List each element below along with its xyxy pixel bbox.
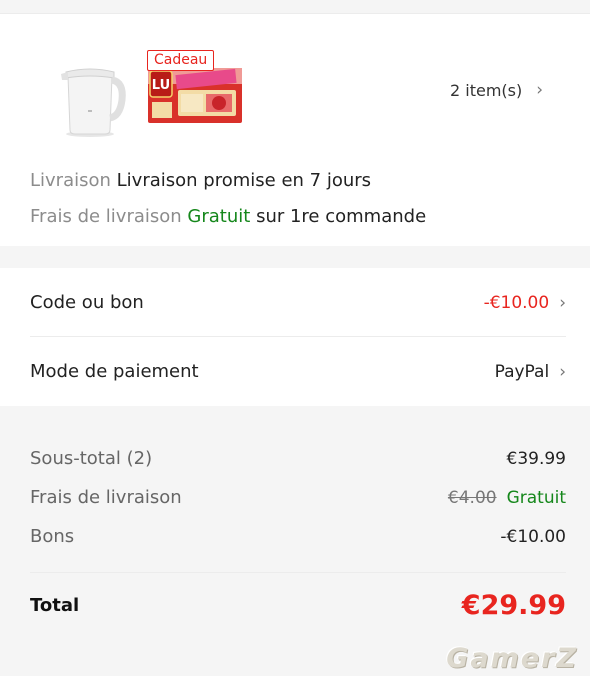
biscuit-product-image: LU xyxy=(148,68,242,123)
subtotal-label: Sous-total (2) xyxy=(30,448,153,469)
shipping-free: Gratuit xyxy=(506,487,566,508)
total-value: €29.99 xyxy=(461,590,566,621)
top-strip xyxy=(0,0,590,14)
payment-method-label: Mode de paiement xyxy=(30,361,199,382)
payment-method-row[interactable]: Mode de paiement PayPal › xyxy=(30,337,566,406)
gift-product[interactable]: Cadeau LU xyxy=(142,50,252,130)
subtotal-value: €39.99 xyxy=(506,448,566,469)
shipping-fee-label: Frais de livraison xyxy=(30,206,182,227)
chevron-right-icon: › xyxy=(559,361,566,382)
subtotal-row: Sous-total (2) €39.99 xyxy=(30,448,566,469)
vouchers-row: Bons -€10.00 xyxy=(30,526,566,547)
delivery-label: Livraison xyxy=(30,170,111,191)
shipping-label: Frais de livraison xyxy=(30,487,182,508)
total-label: Total xyxy=(30,595,80,616)
divider xyxy=(30,572,566,573)
code-voucher-value: -€10.00 xyxy=(483,292,550,313)
shipping-fee-line: Frais de livraison Gratuit sur 1re comma… xyxy=(30,206,426,227)
svg-text:LU: LU xyxy=(152,78,170,93)
chevron-right-icon: › xyxy=(559,292,566,313)
order-summary: Sous-total (2) €39.99 Frais de livraison… xyxy=(0,406,590,676)
shipping-row: Frais de livraison €4.00 Gratuit xyxy=(30,487,566,508)
chevron-right-icon: › xyxy=(536,80,544,100)
section-gap xyxy=(0,246,590,268)
vouchers-label: Bons xyxy=(30,526,75,547)
items-count: 2 item(s) xyxy=(450,80,523,100)
shipping-note: sur 1re commande xyxy=(256,206,427,227)
code-voucher-row[interactable]: Code ou bon -€10.00 › xyxy=(30,268,566,337)
items-count-link[interactable]: 2 item(s) › xyxy=(450,80,543,100)
code-voucher-label: Code ou bon xyxy=(30,292,144,313)
payment-method-value: PayPal xyxy=(494,361,550,382)
delivery-line: Livraison Livraison promise en 7 jours xyxy=(30,170,371,191)
delivery-value: Livraison promise en 7 jours xyxy=(116,170,372,191)
kettle-product-image[interactable] xyxy=(58,58,128,140)
shipping-free-text: Gratuit xyxy=(187,206,251,227)
vouchers-value: -€10.00 xyxy=(500,526,566,547)
gift-tag: Cadeau xyxy=(147,50,215,71)
watermark-logo: GamerZ xyxy=(446,643,578,674)
options-card: Code ou bon -€10.00 › Mode de paiement P… xyxy=(0,268,590,406)
order-items-card: Cadeau LU 2 item(s) › Livraison Livraiso… xyxy=(0,14,590,246)
shipping-old-price: €4.00 xyxy=(447,487,497,508)
total-row: Total €29.99 xyxy=(30,590,566,621)
